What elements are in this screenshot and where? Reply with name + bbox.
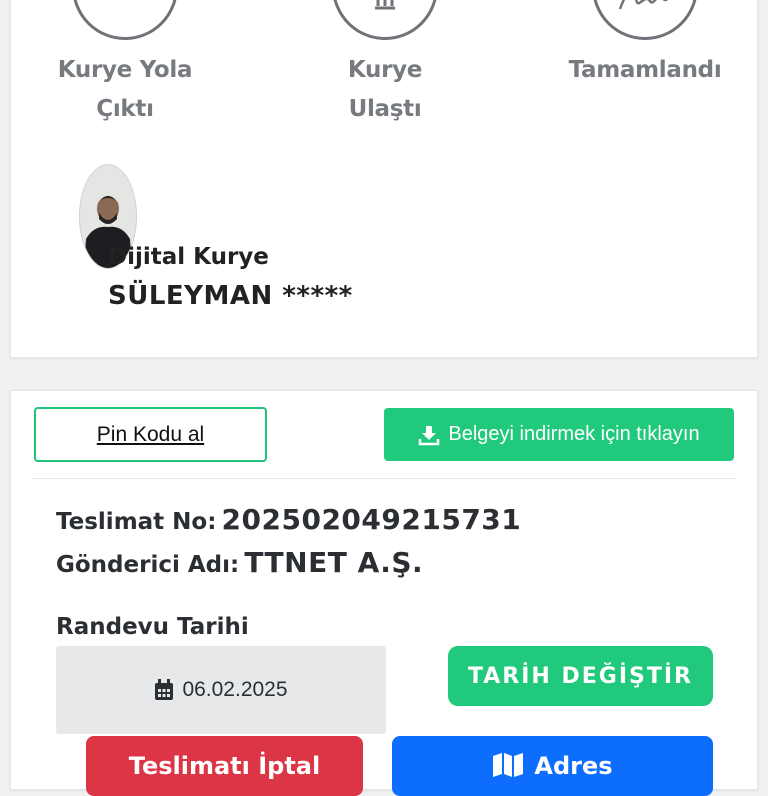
address-label: Adres: [534, 752, 613, 780]
sender-value: TTNET A.Ş.: [244, 546, 424, 579]
step-circle: [72, 0, 178, 40]
step-circle: [592, 0, 698, 40]
map-icon: [493, 753, 524, 777]
step-label: Tamamlandı: [545, 51, 745, 90]
appointment-row: Randevu Tarihi: [56, 614, 249, 640]
download-icon: [419, 425, 440, 445]
delivery-card: Pin Kodu al Belgeyi indirmek için tıklay…: [10, 390, 758, 796]
calendar-icon: [155, 679, 174, 700]
address-button[interactable]: Adres: [392, 736, 713, 796]
step-completed: Tamamlandı: [545, 0, 745, 90]
sender-row: Gönderici Adı: TTNET A.Ş.: [56, 546, 423, 579]
download-label: Belgeyi indirmek için tıklayın: [448, 423, 700, 445]
step-label-line: Ulaştı: [348, 96, 422, 122]
change-date-button[interactable]: TARİH DEĞİŞTİR: [448, 646, 713, 706]
step-label-line: Kurye: [347, 57, 423, 83]
step-label: Kurye Yola Çıktı: [25, 51, 225, 129]
appointment-date-field: 06.02.2025: [56, 646, 386, 734]
download-document-button[interactable]: Belgeyi indirmek için tıklayın: [384, 408, 734, 461]
get-pin-button[interactable]: Pin Kodu al: [34, 407, 267, 462]
delivery-number-row: Teslimat No: 202502049215731: [56, 503, 521, 536]
delivery-number-label: Teslimat No:: [56, 509, 217, 535]
appointment-date-value: 06.02.2025: [182, 678, 288, 701]
divider: [33, 478, 735, 479]
step-label: Kurye Ulaştı: [285, 51, 485, 129]
step-courier-arrived: Kurye Ulaştı: [285, 0, 485, 129]
courier-name: SÜLEYMAN *****: [108, 281, 353, 311]
step-circle: [332, 0, 438, 40]
step-label-line: Çıktı: [96, 96, 154, 122]
cancel-delivery-button[interactable]: Teslimatı İptal: [86, 736, 363, 796]
sender-label: Gönderici Adı:: [56, 552, 240, 578]
step-label-line: Tamamlandı: [568, 57, 722, 83]
building-icon: [375, 0, 395, 10]
courier-type: Dijital Kurye: [108, 244, 269, 270]
signature-icon: [618, 0, 668, 10]
delivery-number-value: 202502049215731: [221, 503, 522, 536]
step-label-line: Kurye Yola: [57, 57, 193, 83]
status-card: Kurye Yola Çıktı Kurye Ulaştı Tamamlandı: [10, 0, 758, 358]
appointment-label: Randevu Tarihi: [56, 614, 249, 640]
step-courier-departed: Kurye Yola Çıktı: [25, 0, 225, 129]
